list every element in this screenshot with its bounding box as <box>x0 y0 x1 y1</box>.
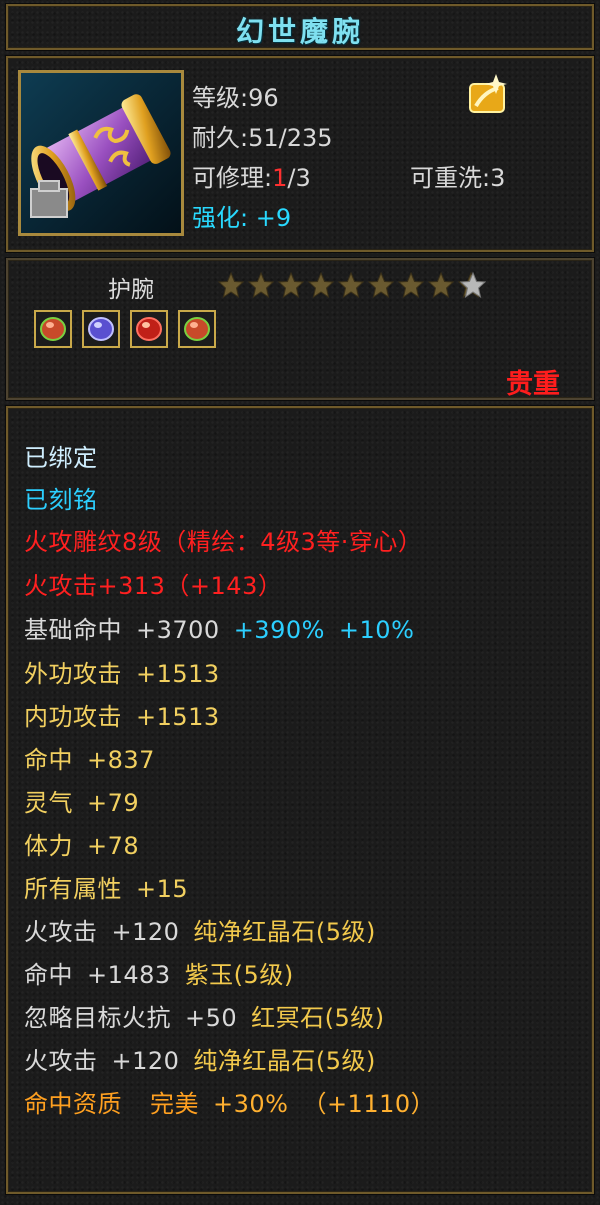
level-stat: 等级:96 <box>192 78 279 113</box>
item-icon <box>18 70 184 236</box>
stat-row: 体力 +78 <box>24 826 139 861</box>
gem-bonus-label: 火攻击 <box>24 918 98 946</box>
rewash-value: 3 <box>490 164 506 192</box>
stat-value: +79 <box>87 789 140 817</box>
stat-row: 所有属性 +15 <box>24 869 188 904</box>
gem-bonus-value: +120 <box>111 918 180 946</box>
carving-line: 火攻雕纹8级（精绘：4级3等·穿心） <box>24 528 423 556</box>
sparkle-badge-icon <box>464 72 510 118</box>
bracer-icon <box>21 73 181 233</box>
stat-value: +15 <box>136 875 189 903</box>
stat-row: 外功攻击 +1513 <box>24 654 220 689</box>
level-value: 96 <box>248 84 279 112</box>
repair-stat: 可修理:1/3 <box>192 158 311 193</box>
gem-bonus-label: 忽略目标火抗 <box>24 1004 171 1032</box>
gem-bonus-row: 火攻击 +120 纯净红晶石(5级) <box>24 1041 376 1076</box>
stat-label: 灵气 <box>24 789 73 817</box>
aptitude-grade: 完美 <box>150 1090 199 1118</box>
gem-name: 纯净红晶石(5级) <box>193 1047 376 1075</box>
fire-attack-label: 火攻击 <box>24 572 98 600</box>
durability-stat: 耐久:51/235 <box>192 118 333 153</box>
engraved-status: 已刻铭 <box>24 486 98 514</box>
base-hit-pct1: +390% <box>233 616 325 644</box>
stat-row: 内功攻击 +1513 <box>24 697 220 732</box>
fire-attack-value: +313 <box>97 572 166 600</box>
enhance-stat: 强化: +9 <box>192 198 291 233</box>
rarity-label: 贵重 <box>506 369 560 400</box>
stat-label: 外功攻击 <box>24 660 122 688</box>
aptitude-value: +30% <box>213 1090 289 1118</box>
gem-name: 纯净红晶石(5级) <box>193 918 376 946</box>
star-icon <box>277 271 305 299</box>
rewash-label: 可重洗: <box>410 164 491 192</box>
bound-status: 已绑定 <box>24 444 98 472</box>
red-gem-icon[interactable] <box>130 310 168 348</box>
item-type: 护腕 <box>108 277 154 303</box>
stat-value: +1513 <box>136 660 220 688</box>
enhance-label: 强化: <box>192 204 249 232</box>
star-empty-icon <box>459 271 487 299</box>
repair-label: 可修理: <box>192 164 273 192</box>
fire-attack-bonus: （+143） <box>165 572 283 600</box>
stat-value: +837 <box>87 746 155 774</box>
aptitude-line: 命中资质 完美 +30% （+1110） <box>24 1084 435 1119</box>
gem-bonus-value: +1483 <box>87 961 171 989</box>
durability-label: 耐久: <box>192 124 249 152</box>
stat-label: 命中 <box>24 746 73 774</box>
red-gem-icon[interactable] <box>178 310 216 348</box>
repair-total: /3 <box>287 164 311 192</box>
stat-row: 灵气 +79 <box>24 783 139 818</box>
base-hit-label: 基础命中 <box>24 616 122 644</box>
gem-bonus-value: +50 <box>185 1004 238 1032</box>
stat-value: +78 <box>87 832 140 860</box>
level-label: 等级: <box>192 84 249 112</box>
base-hit-value: +3700 <box>136 616 220 644</box>
rewash-stat: 可重洗:3 <box>410 158 505 193</box>
star-icon <box>247 271 275 299</box>
gem-bonus-row: 命中 +1483 紫玉(5级) <box>24 955 294 990</box>
stat-row: 命中 +837 <box>24 740 155 775</box>
enhance-value: +9 <box>255 204 292 232</box>
item-name: 幻世魔腕 <box>235 15 364 48</box>
star-icon <box>307 271 335 299</box>
star-icon <box>337 271 365 299</box>
gem-name: 紫玉(5级) <box>184 961 294 989</box>
fire-attack-line: 火攻击+313（+143） <box>24 566 282 601</box>
star-icon <box>397 271 425 299</box>
star-icon <box>427 271 455 299</box>
stat-value: +1513 <box>136 703 220 731</box>
gem-bonus-row: 火攻击 +120 纯净红晶石(5级) <box>24 912 376 947</box>
gem-bonus-row: 忽略目标火抗 +50 红冥石(5级) <box>24 998 385 1033</box>
gem-bonus-label: 命中 <box>24 961 73 989</box>
stat-label: 所有属性 <box>24 875 122 903</box>
base-hit-line: 基础命中 +3700 +390% +10% <box>24 610 414 645</box>
red-gem-icon[interactable] <box>34 310 72 348</box>
aptitude-bonus: （+1110） <box>302 1090 436 1118</box>
star-icon <box>367 271 395 299</box>
star-icon <box>217 271 245 299</box>
purple-gem-icon[interactable] <box>82 310 120 348</box>
gem-bonus-value: +120 <box>111 1047 180 1075</box>
gem-bonus-label: 火攻击 <box>24 1047 98 1075</box>
gem-name: 红冥石(5级) <box>251 1004 385 1032</box>
repair-current: 1 <box>272 164 288 192</box>
item-tooltip-panel: 幻世魔腕 等级:96 耐久:51/235 可修理:1/3 可重洗:3 强化: +… <box>0 0 600 1205</box>
stat-label: 内功攻击 <box>24 703 122 731</box>
stat-label: 体力 <box>24 832 73 860</box>
base-hit-pct2: +10% <box>338 616 415 644</box>
aptitude-label: 命中资质 <box>24 1090 122 1118</box>
durability-value: 51/235 <box>248 124 333 152</box>
